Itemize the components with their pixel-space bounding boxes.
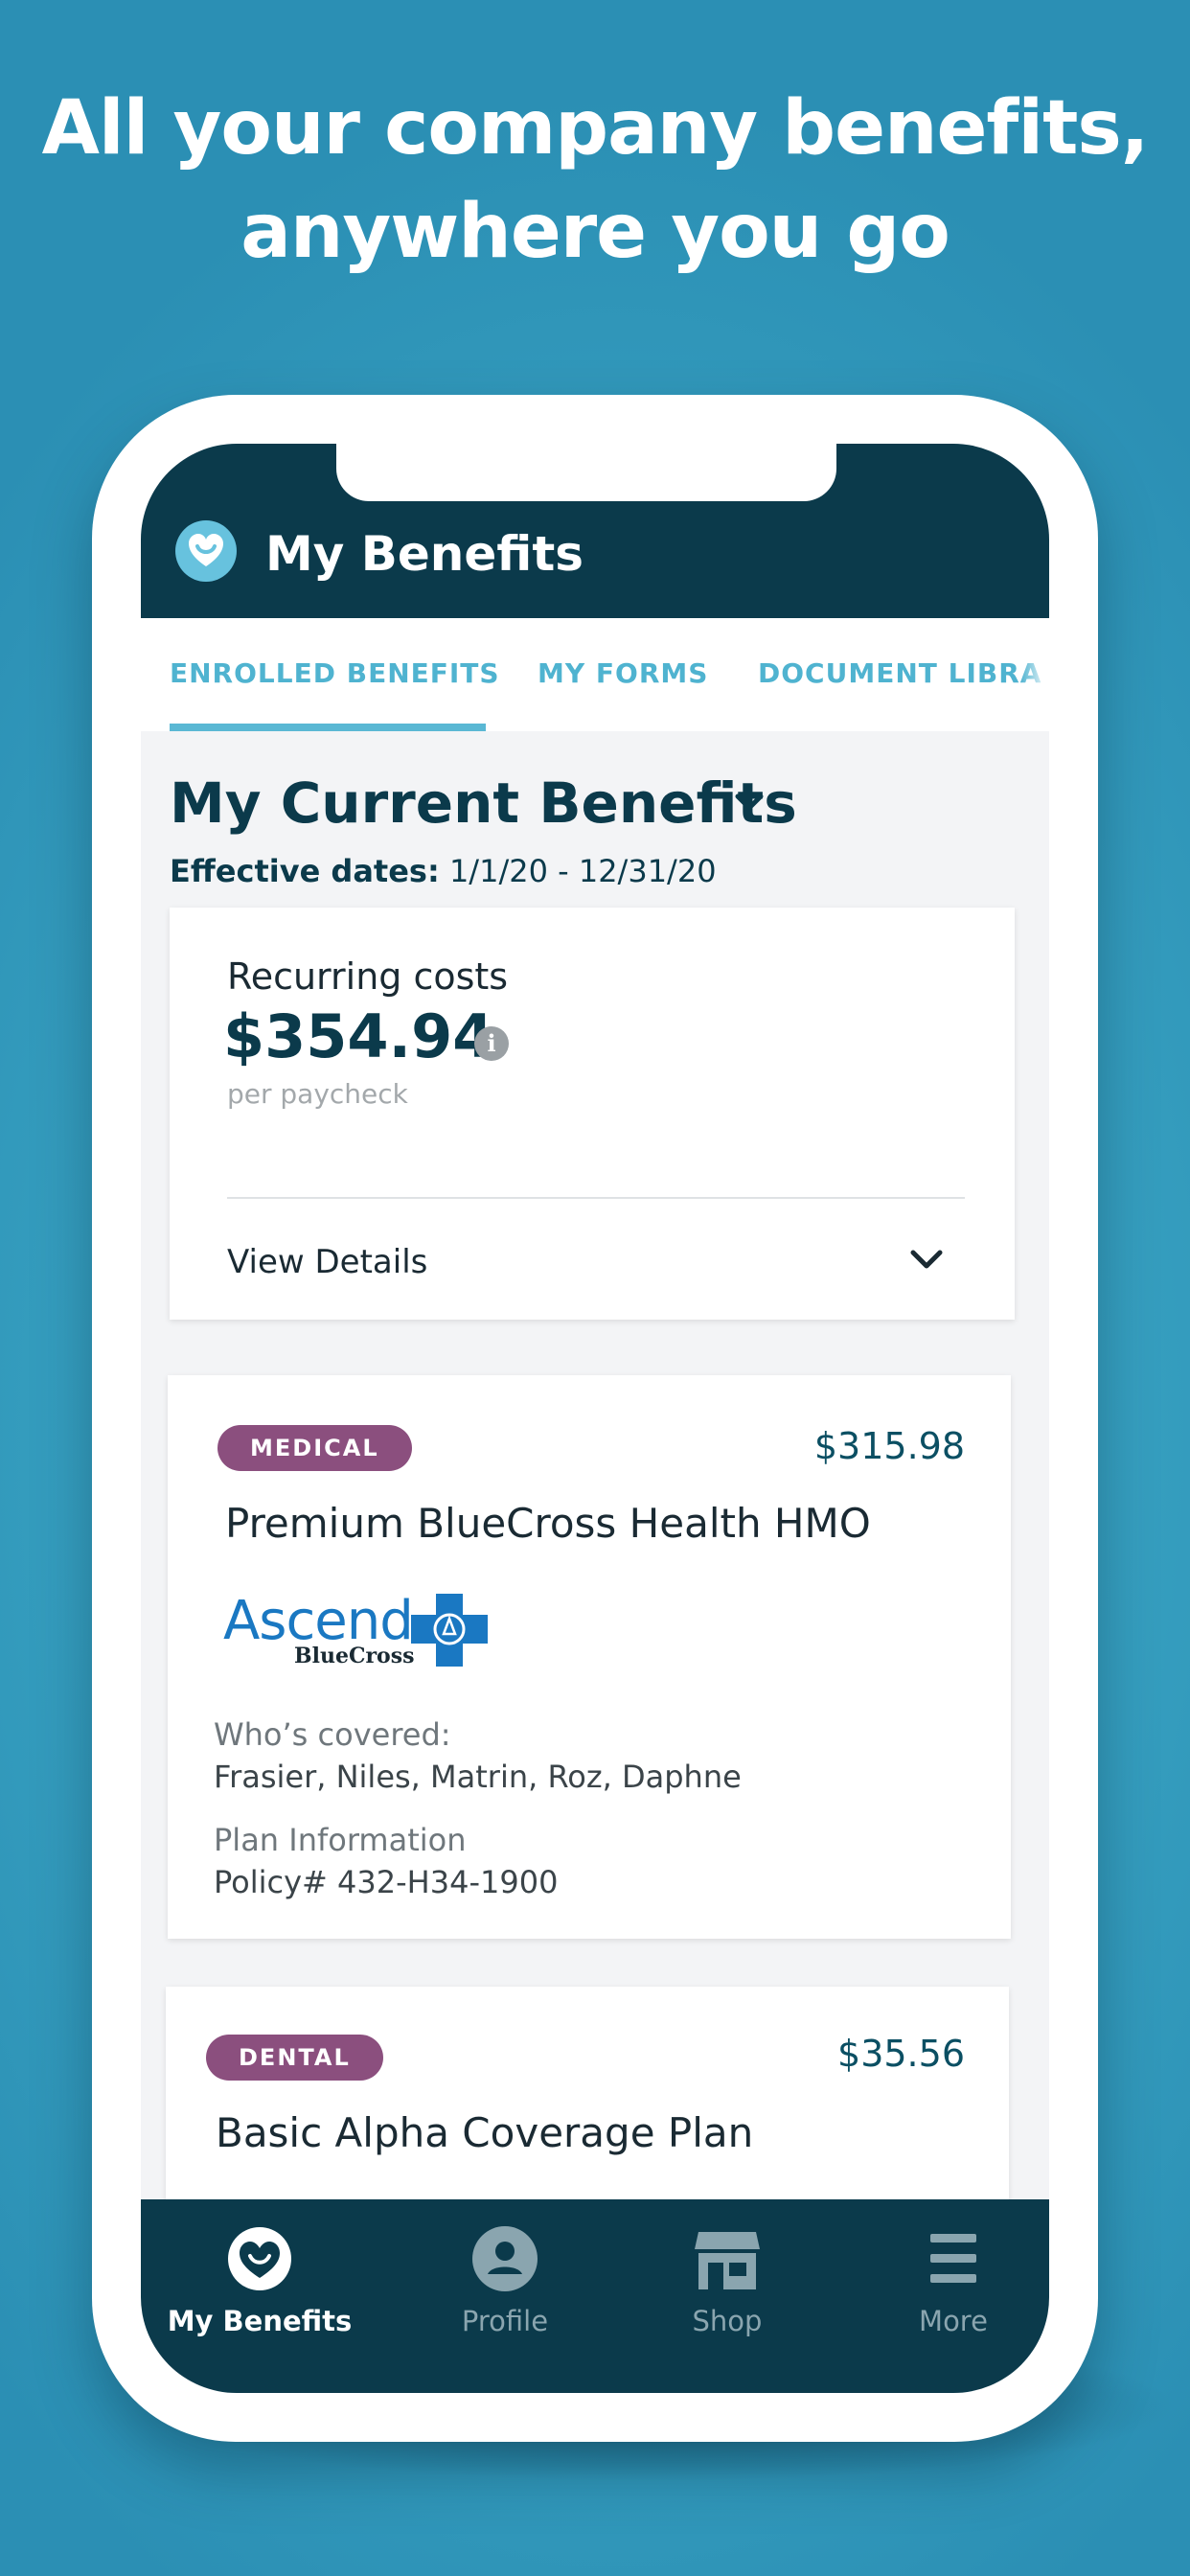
view-details-link[interactable]: View Details xyxy=(227,1243,427,1281)
benefit-price: $35.56 xyxy=(837,2033,965,2075)
profile-icon xyxy=(472,2226,538,2291)
covered-value: Frasier, Niles, Matrin, Roz, Daphne xyxy=(214,1759,742,1795)
blue-cross-icon xyxy=(411,1594,488,1670)
ascend-bluecross-logo: Ascend BlueCross xyxy=(223,1590,511,1670)
app-logo-icon xyxy=(175,520,237,582)
tab-document-library[interactable]: DOCUMENT LIBRA xyxy=(758,618,1041,731)
nav-label: Shop xyxy=(692,2305,763,2337)
recurring-costs-card: Recurring costs $354.94 i per paycheck V… xyxy=(170,908,1015,1320)
store-icon xyxy=(695,2226,760,2291)
nav-profile[interactable]: Profile xyxy=(409,2199,601,2393)
divider xyxy=(227,1197,965,1199)
bottom-navigation: My Benefits Profile Shop More xyxy=(141,2199,1049,2393)
menu-icon xyxy=(921,2226,986,2291)
tab-my-forms[interactable]: MY FORMS xyxy=(538,618,708,731)
heart-icon xyxy=(227,2226,292,2291)
nav-label: Profile xyxy=(461,2305,549,2337)
effective-dates: Effective dates: 1/1/20 - 12/31/20 xyxy=(170,850,717,892)
chevron-down-icon[interactable] xyxy=(733,791,766,817)
nav-more[interactable]: More xyxy=(858,2199,1049,2393)
benefit-tag-medical: MEDICAL xyxy=(217,1425,412,1471)
plan-info-value: Policy# 432-H34-1900 xyxy=(214,1864,559,1900)
logo-subtext: BlueCross xyxy=(294,1644,415,1668)
tab-bar: ENROLLED BENEFITS MY FORMS DOCUMENT LIBR… xyxy=(141,618,1049,731)
phone-notch xyxy=(336,444,836,501)
benefit-price: $315.98 xyxy=(813,1425,965,1467)
effective-dates-value: 1/1/20 - 12/31/20 xyxy=(439,853,717,889)
recurring-costs-label: Recurring costs xyxy=(227,955,509,998)
tab-enrolled-benefits[interactable]: ENROLLED BENEFITS xyxy=(170,618,500,731)
effective-dates-label: Effective dates: xyxy=(170,853,440,889)
nav-label: More xyxy=(919,2305,988,2337)
benefit-tag-dental: DENTAL xyxy=(206,2035,383,2081)
benefit-plan-name: Premium BlueCross Health HMO xyxy=(225,1500,871,1547)
recurring-costs-amount: $354.94 xyxy=(223,1001,494,1071)
plan-info-label: Plan Information xyxy=(214,1822,467,1858)
headline-line-1: All your company benefits, xyxy=(41,85,1150,172)
section-title[interactable]: My Current Benefits xyxy=(170,770,797,837)
benefit-plan-name: Basic Alpha Coverage Plan xyxy=(216,2109,754,2156)
app-title: My Benefits xyxy=(265,526,584,582)
phone-frame: My Benefits ENROLLED BENEFITS MY FORMS D… xyxy=(92,395,1098,2442)
app-screen: My Benefits ENROLLED BENEFITS MY FORMS D… xyxy=(141,444,1049,2393)
headline: All your company benefits, anywhere you … xyxy=(0,77,1190,284)
tab-overflow-fade xyxy=(1020,618,1049,731)
covered-label: Who’s covered: xyxy=(214,1716,451,1753)
active-tab-indicator xyxy=(170,724,486,731)
nav-my-benefits[interactable]: My Benefits xyxy=(164,2199,355,2393)
recurring-costs-subtitle: per paycheck xyxy=(227,1078,408,1110)
nav-label: My Benefits xyxy=(167,2305,353,2337)
nav-shop[interactable]: Shop xyxy=(631,2199,823,2393)
info-icon[interactable]: i xyxy=(474,1026,509,1061)
chevron-down-icon[interactable] xyxy=(907,1245,946,1277)
headline-line-2: anywhere you go xyxy=(240,189,950,275)
benefit-card-medical[interactable]: MEDICAL $315.98 Premium BlueCross Health… xyxy=(168,1375,1011,1939)
